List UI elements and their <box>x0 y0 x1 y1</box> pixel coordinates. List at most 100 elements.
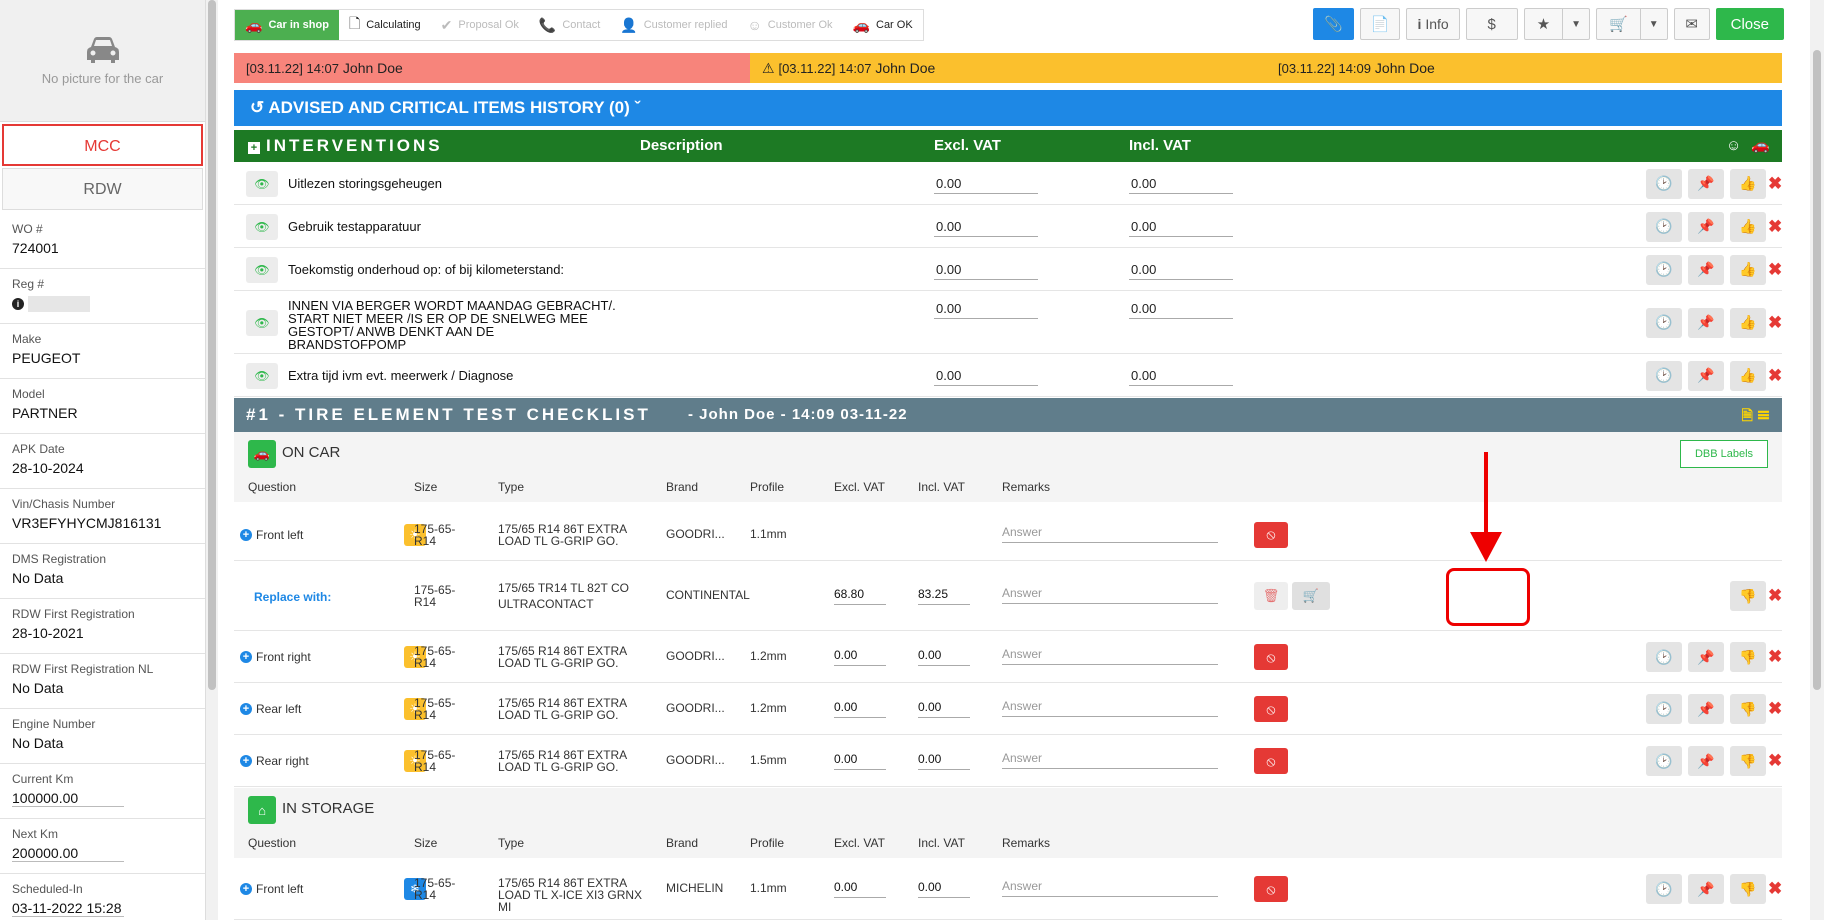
plus-circle-icon[interactable]: + <box>240 651 252 663</box>
mcc-button[interactable]: MCC <box>2 124 203 166</box>
excl-vat-input[interactable]: 0.00 <box>834 648 886 666</box>
close-icon[interactable]: ✖ <box>1768 175 1782 192</box>
incl-vat-input[interactable]: 0.00 <box>1129 366 1233 386</box>
rdw-button[interactable]: RDW <box>2 168 203 210</box>
eye-icon[interactable]: 👁 <box>246 256 278 283</box>
workflow-step-customer-ok[interactable]: ☺ Customer Ok <box>737 10 842 40</box>
clock-icon[interactable]: 🕑 <box>1646 642 1682 672</box>
thumbs-down-icon[interactable]: 👎 <box>1730 746 1766 776</box>
plus-square-icon[interactable]: + <box>248 142 260 154</box>
info-button[interactable]: i Info <box>1406 8 1460 40</box>
menu-icon[interactable]: ☰ <box>1757 407 1770 423</box>
excl-vat-input[interactable]: 0.00 <box>834 752 886 770</box>
field-value[interactable]: 200000.00 <box>12 845 124 862</box>
answer-input[interactable]: Answer <box>1002 647 1218 665</box>
answer-input[interactable]: Answer <box>1002 586 1218 604</box>
close-button[interactable]: Close <box>1715 8 1784 40</box>
close-icon[interactable]: ✖ <box>1768 314 1782 331</box>
document-button[interactable]: 📄 <box>1359 8 1401 40</box>
sidebar-scrollbar[interactable] <box>206 0 218 920</box>
incl-vat-input[interactable]: 83.25 <box>918 587 970 605</box>
pdf-icon[interactable]: 🗎 <box>1742 407 1753 423</box>
thumbs-down-icon[interactable]: 👎 <box>1730 694 1766 724</box>
history-header[interactable]: ↺ ADVISED AND CRITICAL ITEMS HISTORY (0)… <box>234 90 1782 126</box>
ban-icon[interactable]: ⦸ <box>1254 748 1288 774</box>
price-button[interactable]: $ <box>1465 8 1518 40</box>
clock-icon[interactable]: 🕑 <box>1646 211 1682 242</box>
clock-icon[interactable]: 🕑 <box>1646 360 1682 391</box>
workflow-step-customer-replied[interactable]: 👤 Customer replied <box>610 10 737 40</box>
note-item[interactable]: [03.11.22] 14:07 John Doe <box>234 53 750 83</box>
close-icon[interactable]: ✖ <box>1768 218 1782 235</box>
close-icon[interactable]: ✖ <box>1768 367 1782 384</box>
pin-icon[interactable]: 📌 <box>1688 211 1724 242</box>
excl-vat-input[interactable]: 0.00 <box>934 260 1038 280</box>
pin-icon[interactable]: 📌 <box>1688 746 1724 776</box>
cart-icon[interactable]: 🛒 <box>1597 9 1640 39</box>
eye-icon[interactable]: 👁 <box>246 170 278 197</box>
clock-icon[interactable]: 🕑 <box>1646 168 1682 199</box>
thumbs-up-icon[interactable]: 👍 <box>1730 254 1766 285</box>
ban-icon[interactable]: ⦸ <box>1254 644 1288 670</box>
plus-circle-icon[interactable]: + <box>240 528 252 541</box>
plus-circle-icon[interactable]: + <box>240 755 252 767</box>
incl-vat-input[interactable]: 0.00 <box>1129 299 1233 319</box>
incl-vat-input[interactable]: 0.00 <box>1129 260 1233 280</box>
thumbs-up-icon[interactable]: 👍 <box>1730 211 1766 242</box>
incl-vat-input[interactable]: 0.00 <box>1129 174 1233 194</box>
clock-icon[interactable]: 🕑 <box>1646 746 1682 776</box>
eye-icon[interactable]: 👁 <box>246 362 278 389</box>
incl-vat-input[interactable]: 0.00 <box>918 700 970 718</box>
main-scrollbar[interactable] <box>1810 0 1824 920</box>
note-item[interactable]: ⚠ [03.11.22] 14:07 John Doe <box>750 53 1266 83</box>
answer-input[interactable]: Answer <box>1002 699 1218 717</box>
close-icon[interactable]: ✖ <box>1768 700 1782 717</box>
excl-vat-input[interactable]: 68.80 <box>834 587 886 605</box>
close-icon[interactable]: ✖ <box>1768 648 1782 665</box>
cart-icon[interactable]: 🛒 <box>1292 582 1330 610</box>
chevron-down-icon[interactable]: ▼ <box>1639 9 1667 39</box>
workflow-step-car-in-shop[interactable]: 🚗 Car in shop <box>235 10 339 40</box>
trash-icon[interactable]: 🗑 <box>1254 582 1288 610</box>
incl-vat-input[interactable]: 0.00 <box>1129 217 1233 237</box>
answer-input[interactable]: Answer <box>1002 879 1218 897</box>
eye-icon[interactable]: 👁 <box>246 309 278 336</box>
clock-icon[interactable]: 🕑 <box>1646 694 1682 724</box>
answer-input[interactable]: Answer <box>1002 525 1218 543</box>
pin-icon[interactable]: 📌 <box>1688 360 1724 391</box>
pin-icon[interactable]: 📌 <box>1688 254 1724 285</box>
ban-icon[interactable]: ⦸ <box>1254 521 1288 548</box>
note-item[interactable]: [03.11.22] 14:09 John Doe <box>1266 53 1782 83</box>
attachment-button[interactable]: 📎 <box>1313 8 1354 40</box>
thumbs-up-icon[interactable]: 👍 <box>1730 360 1766 391</box>
incl-vat-input[interactable]: 0.00 <box>918 752 970 770</box>
field-value[interactable]: 100000.00 <box>12 790 124 807</box>
pin-icon[interactable]: 📌 <box>1688 307 1724 338</box>
close-icon[interactable]: ✖ <box>1768 587 1782 604</box>
thumbs-down-icon[interactable]: 👎 <box>1730 642 1766 672</box>
thumbs-up-icon[interactable]: 👍 <box>1730 168 1766 199</box>
pin-icon[interactable]: 📌 <box>1688 642 1724 672</box>
excl-vat-input[interactable]: 0.00 <box>934 366 1038 386</box>
excl-vat-input[interactable]: 0.00 <box>834 700 886 718</box>
thumbs-down-icon[interactable]: 👎 <box>1730 581 1766 611</box>
replace-with-label[interactable]: Replace with: <box>254 590 331 604</box>
cart-split-button[interactable]: 🛒 ▼ <box>1596 8 1668 40</box>
answer-input[interactable]: Answer <box>1002 751 1218 769</box>
incl-vat-input[interactable]: 0.00 <box>918 880 970 898</box>
excl-vat-input[interactable]: 0.00 <box>934 299 1038 319</box>
clock-icon[interactable]: 🕑 <box>1646 254 1682 285</box>
eye-icon[interactable]: 👁 <box>246 213 278 240</box>
excl-vat-input[interactable]: 0.00 <box>934 174 1038 194</box>
ban-icon[interactable]: ⦸ <box>1254 876 1288 902</box>
ban-icon[interactable]: ⦸ <box>1254 696 1288 722</box>
close-icon[interactable]: ✖ <box>1768 752 1782 769</box>
chevron-down-icon[interactable]: ▼ <box>1562 9 1589 39</box>
workflow-step-proposal-ok[interactable]: ✔ Proposal Ok <box>431 10 529 40</box>
plus-circle-icon[interactable]: + <box>240 883 252 895</box>
thumbs-up-icon[interactable]: 👍 <box>1730 307 1766 338</box>
clock-icon[interactable]: 🕑 <box>1646 307 1682 338</box>
info-icon[interactable]: i <box>12 298 24 311</box>
clock-icon[interactable]: 🕑 <box>1646 874 1682 904</box>
pin-icon[interactable]: 📌 <box>1688 168 1724 199</box>
